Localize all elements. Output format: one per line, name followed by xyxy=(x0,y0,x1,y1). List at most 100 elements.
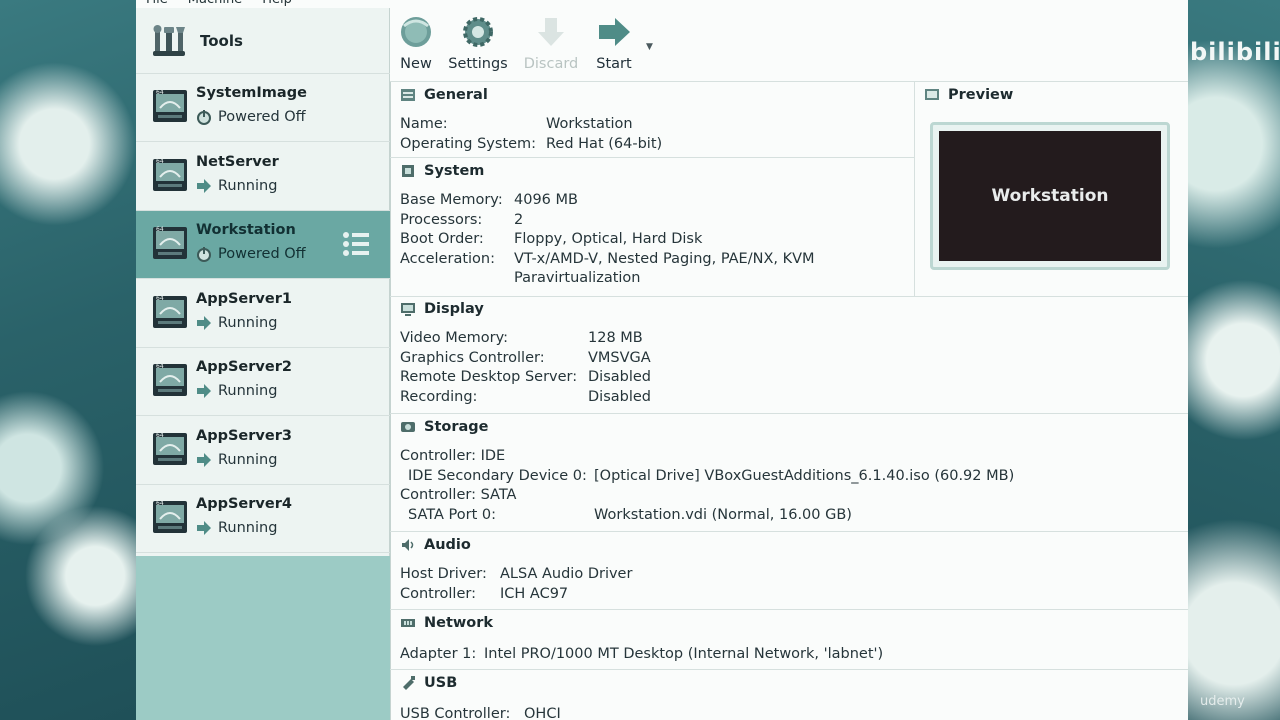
display-title: Display xyxy=(424,301,484,317)
vm-state: Powered Off xyxy=(196,246,306,262)
detail-label: Video Memory: xyxy=(400,330,509,346)
vm-state: Running xyxy=(196,315,277,331)
system-title: System xyxy=(424,163,485,179)
vm-name: AppServer1 xyxy=(196,290,292,307)
sata-port-value[interactable]: Workstation.vdi (Normal, 16.00 GB) xyxy=(594,507,852,523)
vm-item-appserver1[interactable]: 64 AppServer1 Running xyxy=(136,280,390,348)
controller-sata: Controller: SATA xyxy=(400,487,517,503)
running-arrow-icon xyxy=(197,452,211,467)
network-title: Network xyxy=(424,615,494,631)
storage-header[interactable]: Storage xyxy=(400,419,489,435)
detail-value: VT-x/AMD-V, Nested Paging, PAE/NX, KVM xyxy=(514,250,815,267)
vm-state-label: Running xyxy=(218,314,278,331)
network-section: Network Adapter 1: Intel PRO/1000 MT Des… xyxy=(390,610,1188,670)
detail-label: Base Memory: xyxy=(400,192,503,208)
detail-value: Disabled xyxy=(588,388,651,405)
menu-help[interactable]: Help xyxy=(262,0,292,8)
usb-icon xyxy=(403,676,415,690)
name-value: Workstation xyxy=(546,116,633,132)
os-value: Red Hat (64-bit) xyxy=(546,136,663,152)
preview-divider xyxy=(914,82,915,296)
start-dropdown-icon[interactable]: ▼ xyxy=(646,42,653,52)
vm-state-label: Running xyxy=(218,177,278,194)
sata-port-label: SATA Port 0: xyxy=(408,507,496,523)
svg-text:64: 64 xyxy=(156,89,164,96)
details-menu-icon[interactable] xyxy=(342,231,370,257)
detail-label: Acceleration: xyxy=(400,250,495,267)
sidebar-empty-area xyxy=(136,556,390,720)
vm-item-systemimage[interactable]: 64 SystemImage Powered Off xyxy=(136,74,390,142)
running-arrow-icon xyxy=(197,521,211,535)
vm-name: AppServer2 xyxy=(196,359,292,375)
settings-button[interactable]: Settings xyxy=(446,14,510,72)
vm-state-label: Running xyxy=(218,520,278,536)
detail-value: Floppy, Optical, Hard Disk xyxy=(514,231,703,248)
vm-os-icon: 64 xyxy=(153,295,187,328)
menu-machine[interactable]: Machine xyxy=(188,0,242,8)
vm-state: Running xyxy=(196,520,277,536)
preview-title: Preview xyxy=(948,87,1014,103)
power-icon xyxy=(197,247,211,262)
detail-value: ICH AC97 xyxy=(500,585,569,602)
udemy-watermark: udemy xyxy=(1200,694,1245,709)
network-header[interactable]: Network xyxy=(400,615,493,631)
usb-controller-value: OHCI xyxy=(524,706,561,720)
details-pane: General Name: Workstation Operating Syst… xyxy=(390,82,1188,720)
menu-file[interactable]: File xyxy=(146,0,168,8)
preview-icon xyxy=(925,89,939,100)
vm-name: NetServer xyxy=(196,153,279,170)
os-label: Operating System: xyxy=(400,136,537,152)
running-arrow-icon xyxy=(197,178,211,193)
usb-header[interactable]: USB xyxy=(400,675,457,691)
detail-value: ALSA Audio Driver xyxy=(500,566,633,582)
ide-device-value[interactable]: [Optical Drive] VBoxGuestAdditions_6.1.4… xyxy=(594,468,1014,484)
tools-label: Tools xyxy=(200,31,243,50)
vm-state: Running xyxy=(196,383,277,399)
vm-item-appserver3[interactable]: 64 AppServer3 Running xyxy=(136,417,390,485)
new-vm-icon xyxy=(401,17,431,47)
display-header[interactable]: Display xyxy=(400,301,484,317)
audio-header[interactable]: Audio xyxy=(400,537,471,553)
detail-label: Controller: xyxy=(400,585,476,602)
vm-state-label: Powered Off xyxy=(218,109,306,125)
vm-sidebar: Tools 64 SystemImage Powered Off 64 NetServe… xyxy=(136,8,390,720)
main-toolbar: New Settings Discard Start ▼ xyxy=(390,8,1188,82)
vm-item-workstation[interactable]: 64 Workstation Powered Off xyxy=(136,211,390,279)
preview-thumbnail: Workstation xyxy=(930,122,1170,270)
discard-button[interactable]: Discard xyxy=(522,14,580,72)
vm-os-icon: 64 xyxy=(153,226,187,259)
storage-title: Storage xyxy=(424,419,489,435)
audio-title: Audio xyxy=(424,537,471,553)
new-button[interactable]: New xyxy=(396,14,436,72)
detail-value: Disabled xyxy=(588,369,651,386)
storage-section: Storage Controller: IDE IDE Secondary De… xyxy=(390,414,1188,532)
tools-item[interactable]: Tools xyxy=(136,8,390,74)
general-header[interactable]: General xyxy=(400,87,488,103)
detail-label: Graphics Controller: xyxy=(400,349,545,366)
vm-item-appserver4[interactable]: 64 AppServer4 Running xyxy=(136,485,390,553)
detail-value: 4096 MB xyxy=(514,192,578,208)
running-arrow-icon xyxy=(197,384,211,398)
vm-state-label: Running xyxy=(218,383,278,399)
preview-header[interactable]: Preview xyxy=(924,87,1013,103)
adapter-label: Adapter 1: xyxy=(400,646,477,662)
svg-text:64: 64 xyxy=(156,500,164,507)
desktop-background-left xyxy=(0,0,136,720)
detail-label: Recording: xyxy=(400,388,478,405)
vm-name: Workstation xyxy=(196,222,296,238)
vm-state-label: Powered Off xyxy=(218,246,306,262)
detail-label: Remote Desktop Server: xyxy=(400,369,578,386)
general-title: General xyxy=(424,87,488,103)
start-arrow-icon xyxy=(599,18,630,46)
usb-section: USB USB Controller: OHCI xyxy=(390,670,1188,720)
controller-ide: Controller: IDE xyxy=(400,448,506,464)
svg-text:64: 64 xyxy=(156,295,164,302)
vm-item-appserver2[interactable]: 64 AppServer2 Running xyxy=(136,348,390,416)
system-header[interactable]: System xyxy=(400,163,484,179)
start-button[interactable]: Start xyxy=(590,14,638,72)
vm-item-netserver[interactable]: 64 NetServer Running xyxy=(136,143,390,211)
vm-name: AppServer3 xyxy=(196,427,292,444)
general-section: General Name: Workstation Operating Syst… xyxy=(390,82,914,158)
detail-label: Boot Order: xyxy=(400,231,484,248)
vm-state-label: Running xyxy=(218,451,278,468)
